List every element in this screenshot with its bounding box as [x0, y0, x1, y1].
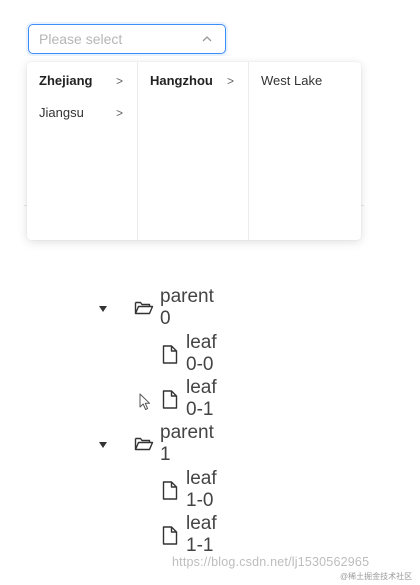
- tree-node-label: leaf 0-1: [186, 377, 217, 420]
- cascader-select[interactable]: [28, 24, 226, 54]
- chevron-right-icon: >: [115, 74, 123, 88]
- caret-down-icon[interactable]: [99, 442, 107, 448]
- cascader-option-label: Zhejiang: [39, 73, 93, 88]
- chevron-right-icon: >: [226, 74, 234, 88]
- tree-node-leaf-1-1[interactable]: leaf 1-1: [162, 513, 219, 556]
- watermark-site: @稀土掘金技术社区: [340, 572, 413, 581]
- tree-node-leaf-0-1[interactable]: leaf 0-1: [162, 377, 219, 420]
- file-icon: [162, 390, 178, 409]
- cascader-option-hangzhou[interactable]: Hangzhou >: [138, 68, 248, 100]
- tree-node-label: parent 1: [160, 422, 214, 465]
- file-icon: [162, 526, 178, 545]
- folder-open-icon: [134, 435, 154, 453]
- cascader-option-label: Jiangsu: [39, 105, 84, 120]
- chevron-right-icon: >: [115, 106, 123, 120]
- cascader-option-label: West Lake: [261, 73, 323, 88]
- tree-node-parent-0[interactable]: parent 0: [134, 286, 214, 329]
- file-icon: [162, 481, 178, 500]
- mouse-pointer-icon: [139, 393, 151, 416]
- watermark-url: https://blog.csdn.net/lj1530562965: [172, 555, 370, 569]
- tree-node-leaf-1-0[interactable]: leaf 1-0: [162, 468, 219, 511]
- tree-node-label: leaf 1-0: [186, 468, 217, 511]
- file-icon: [162, 345, 178, 364]
- cascader-option-zhejiang[interactable]: Zhejiang >: [27, 68, 137, 100]
- cascader-input[interactable]: [39, 30, 189, 48]
- tree-node-label: leaf 0-0: [186, 332, 217, 375]
- cascader-dropdown: Zhejiang > Jiangsu > Hangzhou > West Lak…: [27, 62, 361, 240]
- cascader-option-west-lake[interactable]: West Lake: [249, 68, 361, 100]
- cascader-menu-provinces: Zhejiang > Jiangsu >: [27, 62, 138, 240]
- tree-node-parent-1[interactable]: parent 1: [134, 422, 214, 465]
- folder-open-icon: [134, 299, 154, 317]
- tree-node-leaf-0-0[interactable]: leaf 0-0: [162, 332, 219, 375]
- cascader-menu-cities: Hangzhou >: [138, 62, 249, 240]
- chevron-up-icon[interactable]: [201, 32, 213, 44]
- cascader-menu-districts: West Lake: [249, 62, 361, 240]
- cascader-option-jiangsu[interactable]: Jiangsu >: [27, 100, 137, 132]
- tree-node-label: parent 0: [160, 286, 214, 329]
- cascader-option-label: Hangzhou: [150, 73, 213, 88]
- tree-node-label: leaf 1-1: [186, 513, 217, 556]
- caret-down-icon[interactable]: [99, 306, 107, 312]
